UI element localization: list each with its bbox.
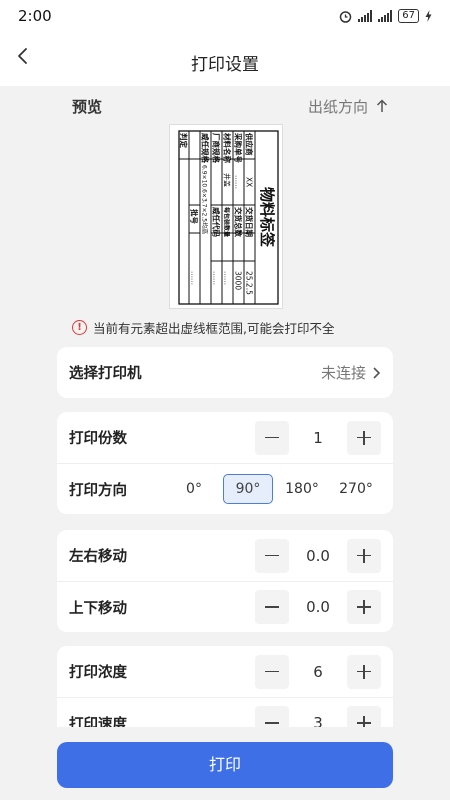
copies-label: 打印份数 xyxy=(69,431,127,447)
print-button[interactable]: 打印 xyxy=(57,742,393,788)
page-title: 打印设置 xyxy=(191,55,259,75)
density-stepper: 6 xyxy=(255,654,381,689)
speed-increment-button[interactable] xyxy=(347,706,381,727)
direction-option-270[interactable]: 270° xyxy=(331,474,381,504)
status-icons: 67 xyxy=(339,9,432,23)
label-delivery-date: 交货日期 xyxy=(245,207,255,237)
label-material-name-value: 井盖 xyxy=(223,173,232,187)
label-batch: 批号 xyxy=(190,209,200,224)
label-vendor-spec: 厂商规格 xyxy=(212,133,222,163)
battery-icon: 67 xyxy=(398,9,419,23)
offset-y-row: 上下移动 0.0 xyxy=(57,581,393,632)
offset-y-label: 上下移动 xyxy=(69,600,127,617)
speed-decrement-button[interactable] xyxy=(255,706,289,727)
speed-row: 打印速度 3 xyxy=(57,697,393,727)
scroll-clip: 打印浓度 6 打印速度 3 xyxy=(0,646,450,727)
label-delivery-qty-value: 3000 xyxy=(234,271,243,290)
offset-x-value: 0.0 xyxy=(306,546,330,565)
label-supplier-value: XX xyxy=(245,177,254,187)
copies-increment-button[interactable] xyxy=(347,420,381,455)
signal-icon-2 xyxy=(378,10,393,22)
density-speed-card: 打印浓度 6 打印速度 3 xyxy=(57,646,393,727)
direction-options: 0° 90° 180° 270° xyxy=(165,474,381,504)
label-judge: 判定 xyxy=(179,133,189,148)
label-weiren-code-value: …… xyxy=(212,271,220,285)
copies-stepper: 1 xyxy=(255,420,381,455)
chevron-right-icon xyxy=(373,366,381,379)
paper-direction-label: 出纸方向 xyxy=(307,97,368,116)
copies-direction-card: 打印份数 1 打印方向 0° 90° 180° 270° xyxy=(57,412,393,514)
arrow-up-icon xyxy=(376,99,388,112)
signal-icon xyxy=(358,10,373,22)
direction-option-0[interactable]: 0° xyxy=(169,474,219,504)
offset-x-increment-button[interactable] xyxy=(347,538,381,573)
warning-icon: ! xyxy=(72,320,87,335)
speed-stepper: 3 xyxy=(255,706,381,727)
label-supplier: 供应商 xyxy=(245,132,255,156)
direction-option-90[interactable]: 90° xyxy=(223,474,273,504)
offset-y-decrement-button[interactable] xyxy=(255,590,289,624)
offset-y-increment-button[interactable] xyxy=(347,590,381,624)
warning-text: 当前有元素超出虚线框范围,可能会打印不全 xyxy=(93,321,335,336)
warning-message: ! 当前有元素超出虚线框范围,可能会打印不全 xyxy=(72,318,334,337)
offset-y-stepper: 0.0 xyxy=(255,590,381,624)
label-po: 采购单号 xyxy=(234,132,244,163)
direction-row: 打印方向 0° 90° 180° 270° xyxy=(57,463,393,514)
copies-decrement-button[interactable] xyxy=(255,420,289,455)
select-printer-row[interactable]: 选择打印机 未连接 xyxy=(57,347,393,398)
label-package-qty-value: …… xyxy=(223,271,231,285)
offset-x-row: 左右移动 0.0 xyxy=(57,530,393,581)
density-row: 打印浓度 6 xyxy=(57,646,393,697)
printer-card: 选择打印机 未连接 xyxy=(57,347,393,398)
offset-x-decrement-button[interactable] xyxy=(255,538,289,573)
charging-icon xyxy=(425,10,432,22)
status-time: 2:00 xyxy=(18,7,52,25)
label-title: 物料标签 xyxy=(258,187,276,248)
label-weiren-spec: 威任规格 xyxy=(201,133,211,163)
alarm-icon xyxy=(340,10,352,23)
offset-y-value: 0.0 xyxy=(306,598,330,616)
label-weiren-code: 威任代码 xyxy=(212,207,222,237)
select-printer-label: 选择打印机 xyxy=(69,366,142,382)
nav-bar: 打印设置 xyxy=(0,34,450,86)
label-delivery-date-value: 25.2.5 xyxy=(245,271,254,295)
label-delivery-qty: 交货总数 xyxy=(234,207,244,237)
offset-x-stepper: 0.0 xyxy=(255,538,381,573)
label-preview: 物料标签 供应商 XX 交货日期 25.2.5 采购单号 …… 交货总数 300… xyxy=(169,124,283,309)
status-bar: 2:00 67 xyxy=(0,0,450,34)
density-value: 6 xyxy=(313,662,323,681)
speed-value: 3 xyxy=(313,714,323,727)
label-batch-value: …… xyxy=(190,271,198,285)
label-material-name: 材料名称 xyxy=(223,133,233,163)
copies-value: 1 xyxy=(313,428,323,447)
label-po-value: …… xyxy=(234,175,242,189)
copies-row: 打印份数 1 xyxy=(57,412,393,463)
preview-label: 预览 xyxy=(72,97,103,116)
offset-card: 左右移动 0.0 上下移动 0.0 xyxy=(57,530,393,632)
direction-option-180[interactable]: 180° xyxy=(277,474,327,504)
label-vendor-spec-value: 6.9×10.6×3.7×2.5均高 xyxy=(201,165,209,234)
density-label: 打印浓度 xyxy=(69,665,127,681)
label-preview-canvas: 物料标签 供应商 XX 交货日期 25.2.5 采购单号 …… 交货总数 300… xyxy=(178,130,279,305)
direction-label: 打印方向 xyxy=(69,482,127,499)
density-increment-button[interactable] xyxy=(347,654,381,689)
speed-label: 打印速度 xyxy=(69,716,127,728)
offset-x-label: 左右移动 xyxy=(69,549,127,565)
paper-direction[interactable]: 出纸方向 xyxy=(308,96,388,117)
preview-header: 预览 出纸方向 xyxy=(72,95,388,117)
density-decrement-button[interactable] xyxy=(255,654,289,689)
label-package-qty: 每包装数量 xyxy=(223,206,231,237)
printer-status: 未连接 xyxy=(320,364,366,382)
